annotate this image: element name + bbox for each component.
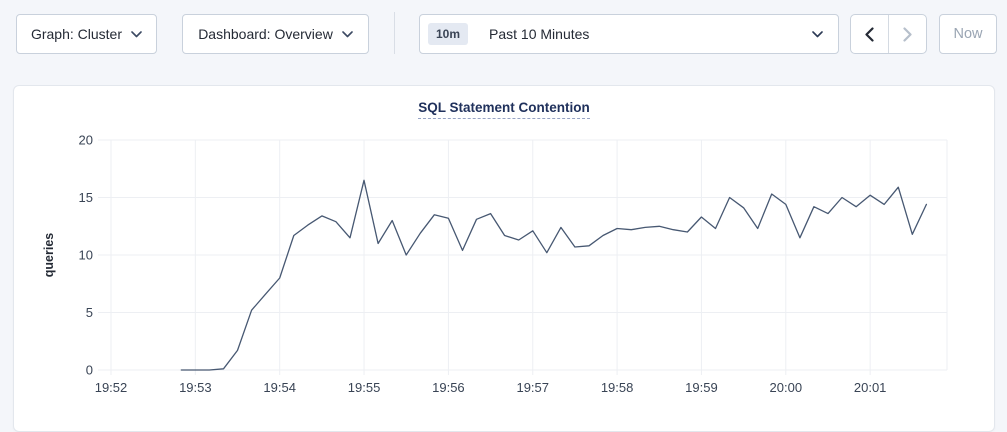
y-tick-label: 20 xyxy=(79,133,93,148)
sql-contention-chart[interactable]: 0 5 10 15 20 19:52 19:53 19:54 19:55 19:56 19:57 19… xyxy=(14,129,996,419)
series-line xyxy=(181,180,926,370)
graph-dropdown[interactable]: Graph: Cluster xyxy=(16,14,157,54)
chart-title[interactable]: SQL Statement Contention xyxy=(418,100,590,119)
x-tick-label: 19:58 xyxy=(601,380,634,395)
chart-title-row: SQL Statement Contention xyxy=(14,86,994,119)
prev-timewindow-button[interactable] xyxy=(851,15,889,53)
now-button-label: Now xyxy=(953,26,982,42)
x-tick-label: 19:52 xyxy=(95,380,128,395)
x-tick-label: 20:01 xyxy=(854,380,887,395)
now-button[interactable]: Now xyxy=(939,14,997,54)
graph-dropdown-label: Graph: Cluster xyxy=(31,26,122,42)
x-tick-label: 19:54 xyxy=(263,380,296,395)
x-tick-label: 19:55 xyxy=(348,380,381,395)
x-tick-label: 19:59 xyxy=(685,380,718,395)
toolbar-divider xyxy=(394,12,395,54)
x-tick-label: 19:57 xyxy=(516,380,549,395)
x-tick-label: 20:00 xyxy=(770,380,803,395)
x-tick-label: 19:53 xyxy=(179,380,212,395)
y-tick-label: 5 xyxy=(86,305,93,320)
dashboard-dropdown-label: Dashboard: Overview xyxy=(198,26,333,42)
y-tick-label: 10 xyxy=(79,248,93,263)
x-tick-label: 19:56 xyxy=(432,380,465,395)
chevron-left-icon xyxy=(865,27,874,42)
y-axis-label: queries xyxy=(42,233,56,278)
time-range-badge: 10m xyxy=(428,23,468,45)
chevron-down-icon xyxy=(812,31,823,38)
chevron-right-icon xyxy=(903,27,912,42)
dashboard-dropdown[interactable]: Dashboard: Overview xyxy=(182,14,369,54)
time-range-select[interactable]: 10m Past 10 Minutes xyxy=(419,14,839,54)
y-tick-label: 15 xyxy=(79,190,93,205)
chevron-down-icon xyxy=(342,31,353,38)
y-tick-label: 0 xyxy=(86,363,93,378)
time-step-group xyxy=(850,14,927,54)
chevron-down-icon xyxy=(131,31,142,38)
time-range-label: Past 10 Minutes xyxy=(489,26,803,42)
next-timewindow-button[interactable] xyxy=(889,15,926,53)
chart-card: SQL Statement Contention 0 5 10 15 20 19:52 19… xyxy=(13,85,995,432)
